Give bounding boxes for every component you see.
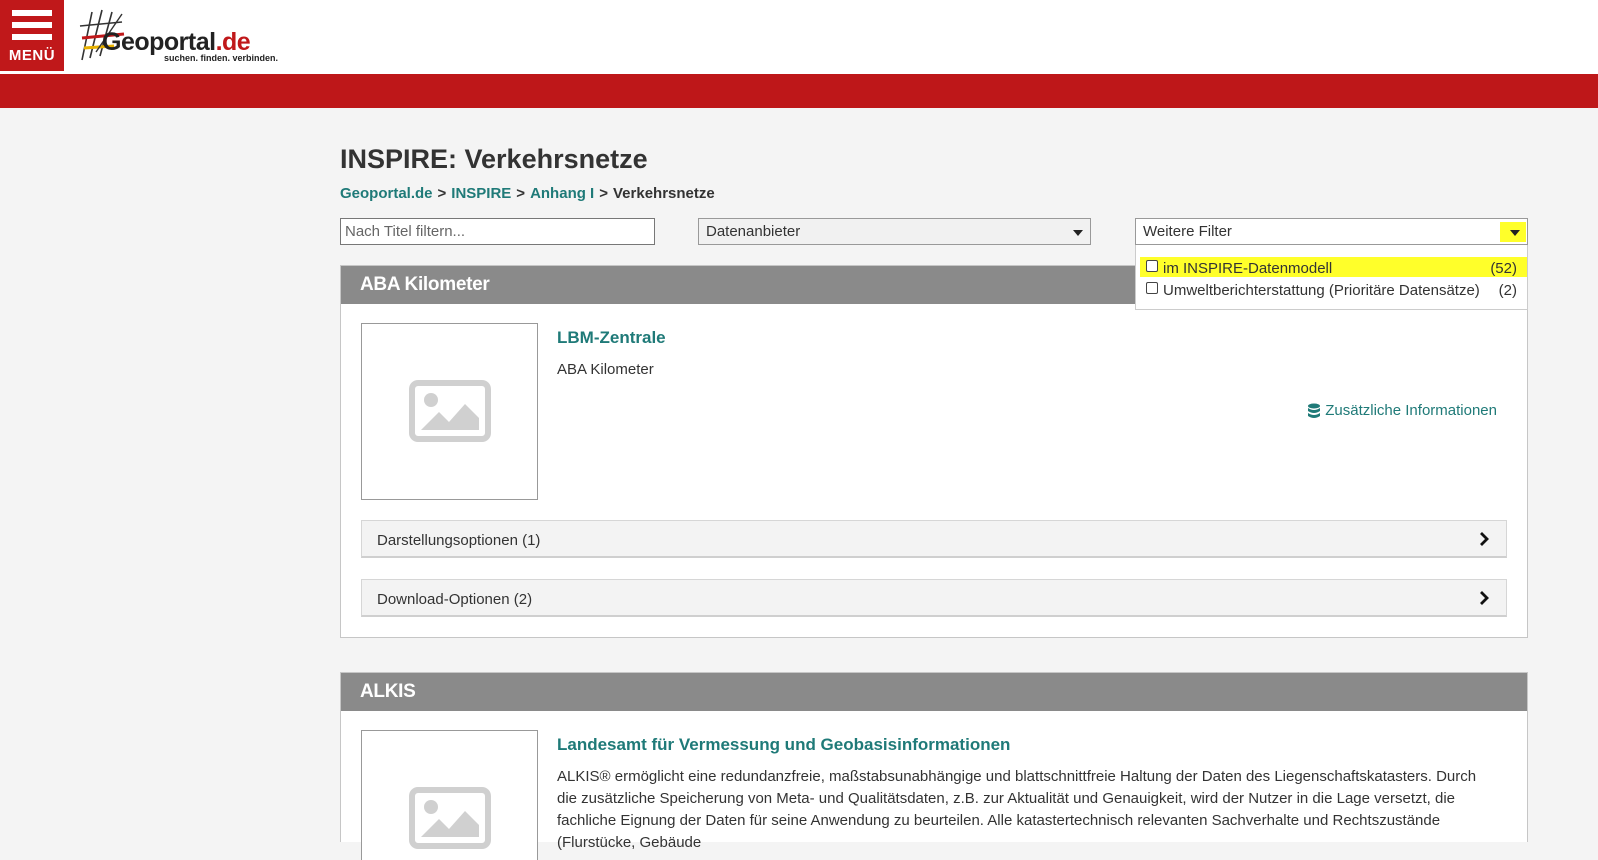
chevron-right-icon (1480, 591, 1489, 605)
provider-select-label: Datenanbieter (706, 223, 801, 240)
provider-link[interactable]: Landesamt für Vermessung und Geobasisinf… (557, 735, 1010, 755)
hamburger-icon-bar (12, 22, 52, 28)
result-thumbnail (361, 730, 538, 860)
filter-option-count: (52) (1490, 259, 1517, 277)
logo-tld: .de (215, 28, 251, 56)
top-header: MENÜ Geoportal.de suchen. finden. verbin… (0, 0, 1598, 74)
database-icon (1308, 403, 1321, 418)
provider-link[interactable]: LBM-Zentrale (557, 328, 666, 348)
breadcrumb-link-anhang[interactable]: Anhang I (530, 185, 594, 202)
red-banner (0, 74, 1598, 108)
caret-down-icon (1073, 230, 1083, 236)
filter-option-count: (2) (1498, 281, 1517, 299)
breadcrumb-current: Verkehrsnetze (613, 185, 715, 202)
chevron-right-icon (1480, 532, 1489, 546)
filter-option-inspire-datenmodell[interactable]: im INSPIRE-Datenmodell (52) (1146, 258, 1517, 278)
checkbox[interactable] (1146, 260, 1158, 272)
download-options-label: Download-Optionen (2) (377, 591, 533, 608)
logo-name: Geoportal (102, 28, 216, 56)
result-description: ALKIS® ermöglicht eine redundanzfreie, m… (557, 768, 1477, 851)
result-card-title: ALKIS (341, 673, 1527, 711)
dataset-name: ABA Kilometer (557, 361, 654, 378)
hamburger-icon (12, 10, 52, 16)
title-filter-input[interactable] (340, 218, 655, 245)
logo-tagline: suchen. finden. verbinden. (164, 53, 279, 63)
image-placeholder-icon (409, 380, 491, 442)
more-info-link[interactable]: Zusätzliche Informationen (1307, 402, 1497, 419)
display-options-row[interactable]: Darstellungsoptionen (1) (361, 520, 1507, 558)
breadcrumb-link-geoportal[interactable]: Geoportal.de (340, 185, 433, 202)
filter-option-label: im INSPIRE-Datenmodell (1163, 259, 1333, 277)
breadcrumb: Geoportal.de > INSPIRE > Anhang I > Verkehrsne… (340, 185, 715, 202)
caret-down-icon (1510, 230, 1520, 236)
hamburger-icon-bar (12, 34, 52, 40)
image-placeholder-icon (409, 787, 491, 849)
result-card: ABA Kilometer LBM-Zentrale ABA Kilometer… (340, 265, 1528, 638)
display-options-label: Darstellungsoptionen (1) (377, 532, 541, 549)
breadcrumb-separator: > (437, 185, 447, 202)
more-filters-dropdown: im INSPIRE-Datenmodell (52) Umweltberich… (1135, 245, 1528, 310)
page-title: INSPIRE: Verkehrsnetze (340, 144, 648, 174)
download-options-row[interactable]: Download-Optionen (2) (361, 579, 1507, 617)
checkbox[interactable] (1146, 282, 1158, 294)
more-filters-select[interactable]: Weitere Filter (1135, 218, 1528, 245)
result-thumbnail (361, 323, 538, 500)
breadcrumb-separator: > (516, 185, 526, 202)
more-filters-label: Weitere Filter (1143, 223, 1232, 240)
breadcrumb-separator: > (599, 185, 608, 202)
breadcrumb-link-inspire[interactable]: INSPIRE (451, 185, 511, 202)
geoportal-logo[interactable]: Geoportal.de suchen. finden. verbinden. (78, 8, 288, 68)
filter-option-umweltberichterstattung[interactable]: Umweltberichterstattung (Prioritäre Date… (1146, 280, 1517, 300)
menu-button[interactable]: MENÜ (0, 0, 64, 71)
result-card: ALKIS Landesamt für Vermessung und Geoba… (340, 672, 1528, 860)
more-info-label: Zusätzliche Informationen (1325, 402, 1497, 419)
menu-label: MENÜ (8, 47, 56, 64)
provider-select[interactable]: Datenanbieter (698, 218, 1091, 245)
filter-option-label: Umweltberichterstattung (Prioritäre Date… (1163, 281, 1480, 299)
